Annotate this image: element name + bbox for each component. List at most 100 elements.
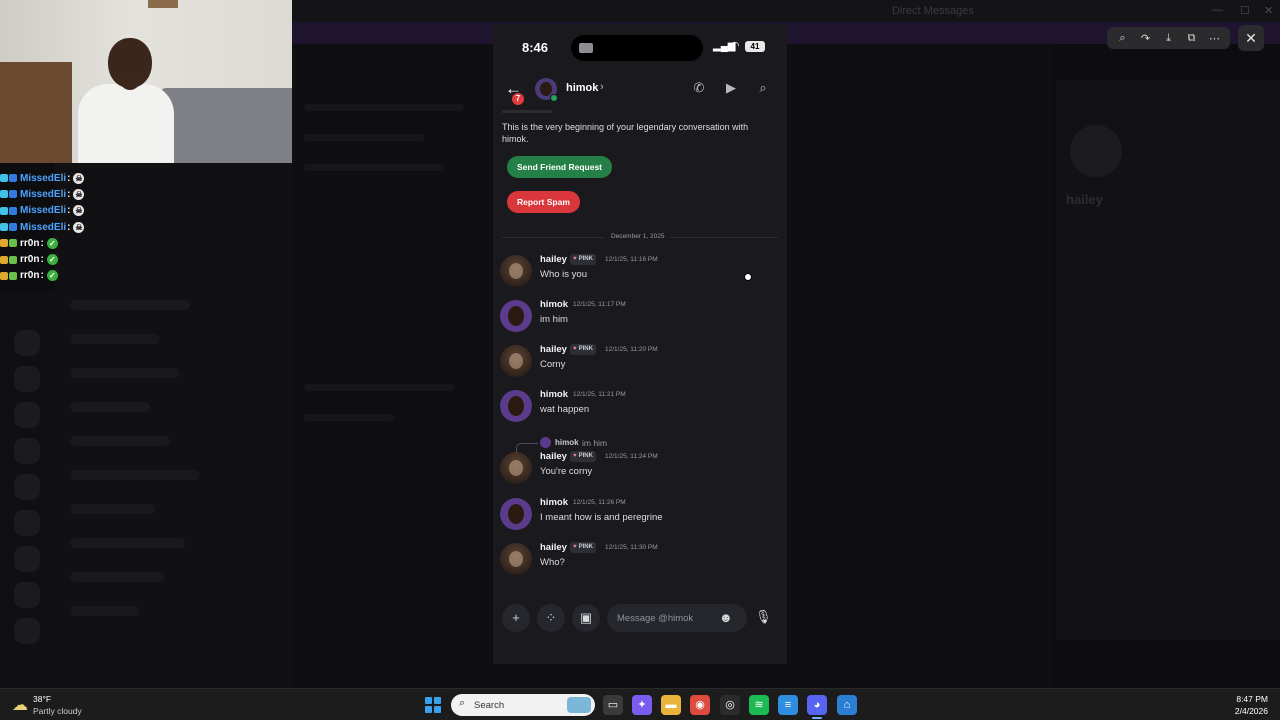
background-server-list [0,290,54,688]
message-input[interactable]: Message @himok ☻ [607,604,747,632]
chrome-icon[interactable]: ◉ [690,695,710,715]
message-text: Corny [540,359,566,370]
reply-author: himok [555,438,579,447]
heart-icon: ♥ [573,346,577,352]
gift-button[interactable]: ▣ [572,604,600,632]
server-tag[interactable]: ♥ PINK [570,542,596,553]
skull-emote: ☠ [73,205,85,217]
avatar[interactable] [500,345,532,377]
server-tag-label: PINK [578,453,593,459]
message-timestamp: 12/1/25, 11:20 PM [605,346,658,353]
avatar[interactable] [500,543,532,575]
message-author[interactable]: himok [540,497,568,508]
weather-temp[interactable]: 38°F [33,694,51,704]
skull-emote: ☠ [73,172,85,184]
background-window-titlebar: Direct Messages — ☐ ✕ [292,0,1280,22]
avatar[interactable] [500,300,532,332]
message-author[interactable]: hailey [540,451,567,462]
message-author[interactable]: hailey [540,344,567,355]
send-friend-request-button[interactable]: Send Friend Request [507,156,613,178]
message-author[interactable]: himok [540,389,568,400]
message-author[interactable]: hailey [540,254,567,265]
copilot-icon[interactable]: ✦ [632,695,652,715]
webcam-feed [0,0,292,163]
taskbar-date[interactable]: 2/4/2026 [1222,706,1268,716]
skull-emote: ☠ [73,188,85,200]
avatar[interactable] [500,390,532,422]
download-icon[interactable]: ⤓ [1161,32,1177,45]
server-tag[interactable]: ♥ PINK [570,254,596,265]
voice-call-icon[interactable]: ✆ [690,80,708,96]
message-item[interactable]: himok 12/1/25, 11:17 PM im him [493,296,787,338]
server-tag[interactable]: ♥ PINK [570,344,596,355]
discord-icon[interactable]: ◕ [807,695,827,715]
background-window-title: Direct Messages [892,5,974,17]
message-item[interactable]: hailey ♥ PINK 12/1/25, 11:24 PM You're corny [493,448,787,490]
dm-username[interactable]: himok [566,82,598,94]
server-tag-label: PINK [578,544,593,550]
message-author[interactable]: himok [540,299,568,310]
window-close-icon[interactable]: ✕ [1264,4,1273,17]
video-call-icon[interactable]: ▶ [722,80,740,96]
message-text: You're corny [540,466,593,477]
chat-badge-icon [0,223,8,232]
report-spam-button[interactable]: Report Spam [507,191,580,213]
chat-badge-icon [9,206,17,215]
camera-icon [579,43,593,53]
weather-condition[interactable]: Partly cloudy [33,706,82,716]
spotify-icon[interactable]: ≋ [749,695,769,715]
message-item[interactable]: himok 12/1/25, 11:26 PM I meant how is and… [493,494,787,536]
folder-icon[interactable]: ▬ [661,695,681,715]
viewer-close-button[interactable]: ✕ [1238,25,1264,51]
stream-chat-row: rr0n: ✓ [0,268,120,284]
chevron-right-icon[interactable]: › [600,81,604,93]
message-timestamp: 12/1/25, 11:21 PM [573,391,626,398]
open-external-icon[interactable]: ⧉ [1184,32,1200,45]
message-item[interactable]: hailey ♥ PINK 12/1/25, 11:20 PM Corny [493,341,787,383]
more-icon[interactable]: ⋯ [1207,32,1223,45]
add-attachment-button[interactable]: + [502,604,530,632]
message-item[interactable]: hailey ♥ PINK 12/1/25, 11:30 PM Who? [493,539,787,581]
battery-indicator: 41 [745,41,765,52]
server-tag[interactable]: ♥ PINK [570,451,596,462]
chat-badge-icon [9,255,17,264]
date-divider-label: December 1, 2025 [605,233,671,240]
chat-badge-icon [9,174,17,183]
stream-chat-username: MissedEli [20,188,67,200]
background-profile-avatar [1070,125,1122,177]
stream-chat-username: MissedEli [20,205,67,217]
message-item[interactable]: himok 12/1/25, 11:21 PM wat happen [493,386,787,428]
taskbar-time[interactable]: 8:47 PM [1222,694,1268,704]
stream-chat-username: rr0n [20,237,40,249]
avatar[interactable] [500,255,532,287]
reply-reference[interactable]: himok im him [513,436,713,453]
maximize-icon[interactable]: ☐ [1240,4,1250,17]
background-profile-name: hailey [1066,192,1103,207]
start-button[interactable] [425,697,441,713]
emoji-icon[interactable]: ☻ [719,610,733,625]
app-store-icon[interactable]: ⌂ [837,695,857,715]
stream-chat-username: rr0n [20,270,40,282]
microphone-icon[interactable]: 🎙 [755,609,772,625]
taskbar-search-label: Search [474,700,505,711]
message-author[interactable]: hailey [540,542,567,553]
taskbar-search[interactable]: ⌕ Search [451,694,595,716]
server-tag-label: PINK [578,346,593,352]
minimize-icon[interactable]: — [1212,4,1223,16]
stream-chat-row: rr0n: ✓ [0,251,120,267]
file-explorer-icon[interactable]: ▭ [603,695,623,715]
weather-icon[interactable]: ☁ [12,695,28,715]
obs-icon[interactable]: ◎ [720,695,740,715]
chat-badge-icon [9,223,17,232]
apps-button[interactable]: ⁘ [537,604,565,632]
notepad-icon[interactable]: ≡ [778,695,798,715]
message-item[interactable]: hailey ♥ PINK 12/1/25, 11:16 PM Who is you [493,251,787,293]
avatar[interactable] [500,498,532,530]
check-emote: ✓ [46,237,58,249]
zoom-icon[interactable]: ⌕ [1115,32,1131,45]
avatar[interactable] [500,452,532,484]
message-timestamp: 12/1/25, 11:30 PM [605,544,658,551]
search-icon[interactable]: ⌕ [754,80,772,96]
share-icon[interactable]: ↷ [1138,32,1154,45]
chat-badge-icon [0,190,8,199]
